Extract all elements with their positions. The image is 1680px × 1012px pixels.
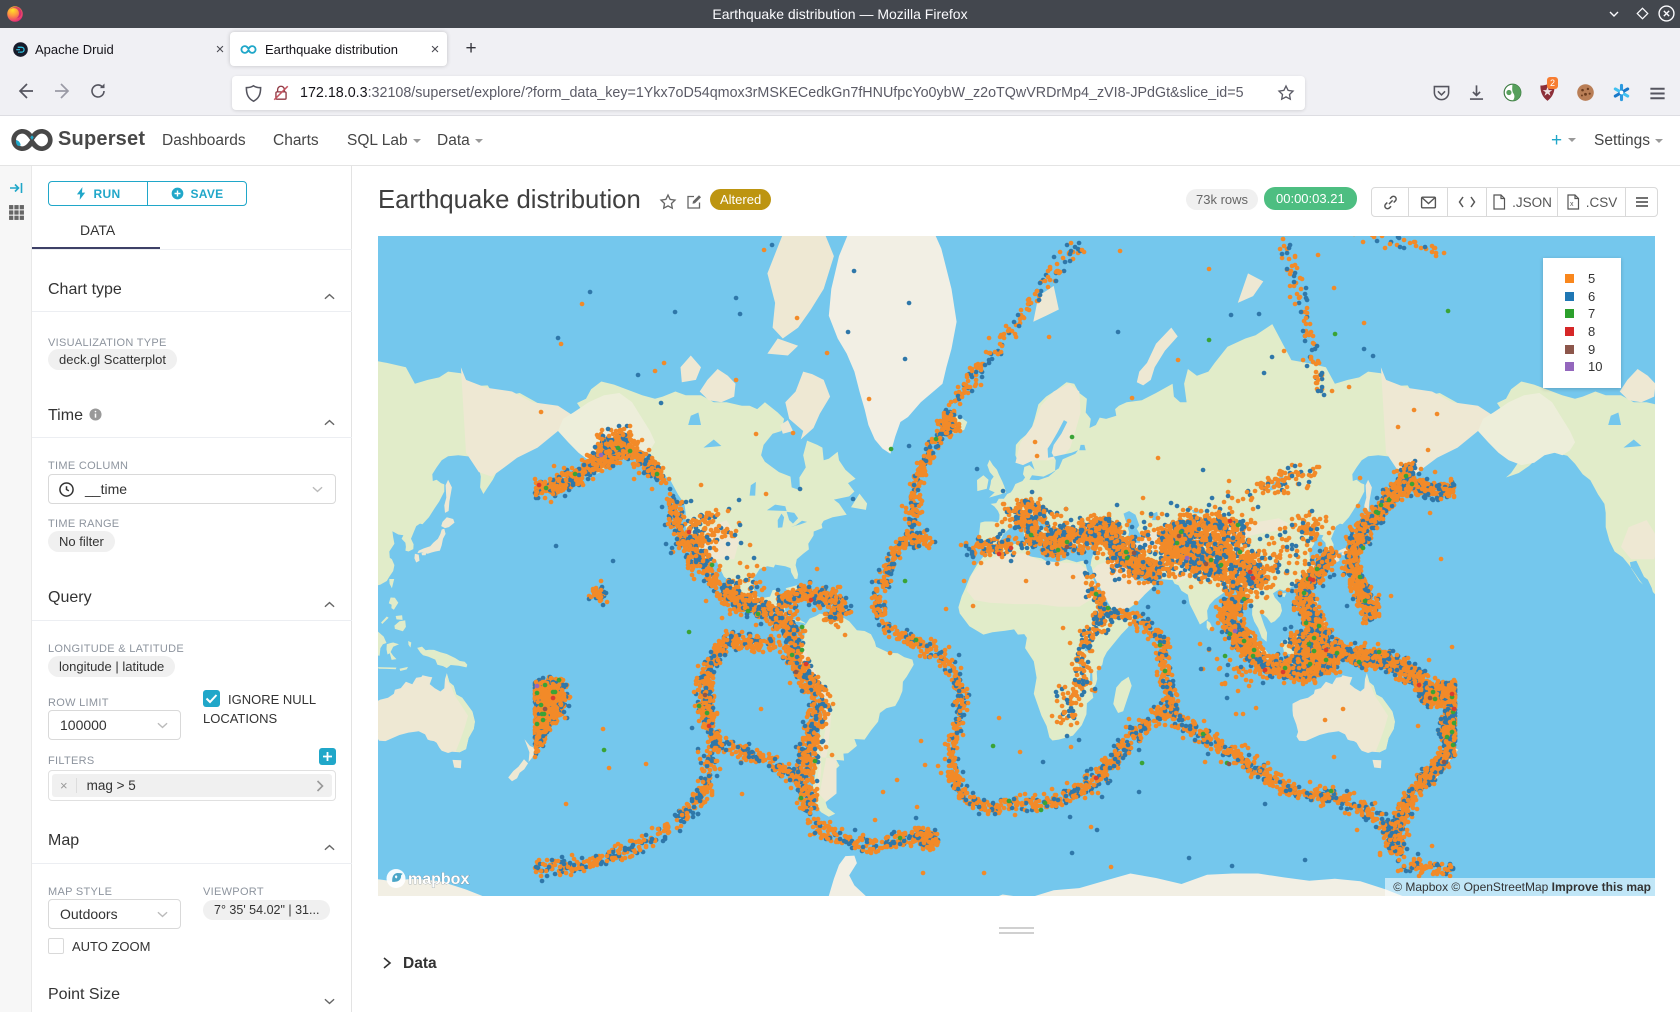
- svg-text:mapbox: mapbox: [408, 871, 469, 888]
- svg-text:x: x: [1570, 201, 1574, 208]
